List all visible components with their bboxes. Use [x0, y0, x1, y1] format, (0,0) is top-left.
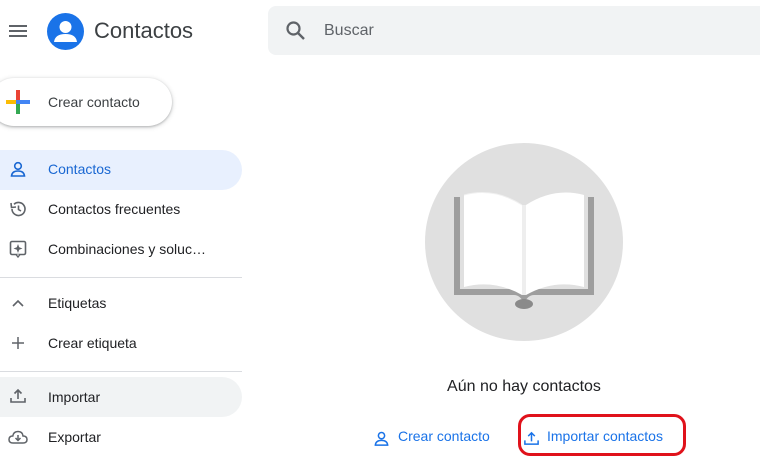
empty-state-message: Aún no hay contactos	[447, 378, 601, 395]
contacts-logo-icon[interactable]	[47, 13, 84, 50]
sidebar-section-label: Etiquetas	[48, 295, 107, 311]
chevron-up-icon	[8, 293, 28, 313]
sidebar-item-label: Contactos	[48, 161, 112, 177]
search-input[interactable]	[322, 15, 746, 47]
sidebar-item-import[interactable]	[0, 377, 242, 417]
sidebar-item-label: Contactos frecuentes	[48, 201, 181, 217]
highlight-annotation	[518, 414, 686, 456]
sidebar-item-label: Exportar	[48, 429, 101, 445]
hamburger-menu-icon	[9, 25, 27, 37]
sidebar-item-contacts[interactable]	[0, 150, 242, 190]
sidebar-item-label: Importar	[48, 389, 101, 405]
sidebar-item-label: Crear etiqueta	[48, 335, 137, 351]
plus-icon	[8, 333, 28, 353]
create-contact-link[interactable]: Crear contacto	[373, 428, 503, 448]
plus-multicolor-icon	[6, 90, 30, 119]
open-book-illustration	[448, 183, 600, 318]
main-menu-button[interactable]	[2, 14, 34, 48]
history-icon	[8, 199, 28, 219]
sparkle-icon	[8, 239, 28, 259]
sidebar-item-export[interactable]	[0, 417, 242, 457]
search-icon[interactable]	[285, 20, 307, 47]
sidebar-item-label: Combinaciones y soluc…	[48, 241, 206, 257]
create-contact-link-label: Crear contacto	[398, 428, 490, 444]
cloud-download-icon	[8, 427, 28, 447]
person-icon	[374, 431, 389, 446]
app-title: Contactos	[94, 18, 194, 43]
sidebar-labels-toggle[interactable]	[0, 283, 242, 323]
create-contact-label: Crear contacto	[48, 94, 140, 110]
upload-icon	[8, 386, 28, 406]
sidebar-divider	[0, 371, 242, 372]
person-icon	[8, 159, 28, 179]
sidebar-divider	[0, 277, 242, 278]
